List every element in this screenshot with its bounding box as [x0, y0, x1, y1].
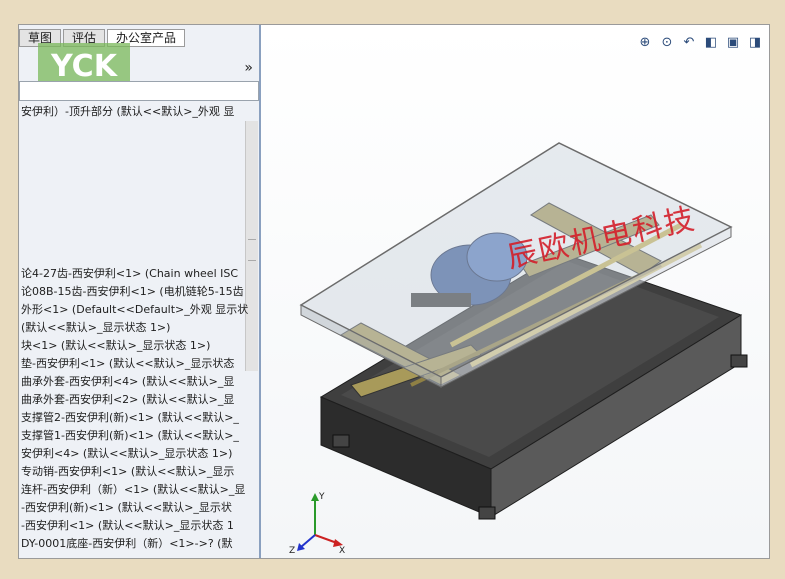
tree-item[interactable]: -西安伊利<1> (默认<<默认>_显示状态 1 — [21, 517, 257, 535]
scrollbar-thumb[interactable] — [248, 239, 256, 261]
tree-item[interactable]: 安伊利<4> (默认<<默认>_显示状态 1>) — [21, 445, 257, 463]
feature-manager-panel: 草图 评估 办公室产品 YCK » 安伊利）-顶升部分 (默认<<默认>_外观 … — [19, 25, 261, 558]
axis-x-label: X — [339, 546, 345, 555]
solidworks-window: 草图 评估 办公室产品 YCK » 安伊利）-顶升部分 (默认<<默认>_外观 … — [18, 24, 770, 559]
tree-item[interactable]: 曲承外套-西安伊利<2> (默认<<默认>_显 — [21, 391, 257, 409]
tree-item[interactable]: 块<1> (默认<<默认>_显示状态 1>) — [21, 337, 257, 355]
tree-item[interactable]: 曲承外套-西安伊利<4> (默认<<默认>_显 — [21, 373, 257, 391]
tree-item[interactable]: 支撑管2-西安伊利(新)<1> (默认<<默认>_ — [21, 409, 257, 427]
tree-item[interactable]: 专动销-西安伊利<1> (默认<<默认>_显示 — [21, 463, 257, 481]
tree-item[interactable]: 外形<1> (Default<<Default>_外观 显示状 — [21, 301, 257, 319]
tree-item[interactable]: 论08B-15齿-西安伊利<1> (电机链轮5-15齿 — [21, 283, 257, 301]
feature-tree: 论4-27齿-西安伊利<1> (Chain wheel ISC 论08B-15齿… — [21, 265, 257, 553]
svg-text:YCK: YCK — [50, 49, 119, 84]
axis-z-label: Z — [289, 546, 295, 555]
axis-triad: Y X Z — [289, 492, 345, 555]
tree-item[interactable]: 支撑管1-西安伊利(新)<1> (默认<<默认>_ — [21, 427, 257, 445]
tree-item[interactable]: 连杆-西安伊利（新）<1> (默认<<默认>_显 — [21, 481, 257, 499]
expand-chevron-icon[interactable]: » — [244, 60, 253, 76]
tree-item[interactable]: 论4-27齿-西安伊利<1> (Chain wheel ISC — [21, 265, 257, 283]
graphics-area[interactable]: ⊕ ⊙ ↶ ◧ ▣ ◨ 辰欧机电科技 Y X Z — [261, 25, 769, 558]
tree-item[interactable]: DY-0001底座-西安伊利（新）<1>->? (默 — [21, 535, 257, 553]
assembly-model[interactable] — [261, 25, 769, 558]
tree-item[interactable]: 垫-西安伊利<1> (默认<<默认>_显示状态 — [21, 355, 257, 373]
axis-y-label: Y — [318, 492, 325, 502]
assembly-title[interactable]: 安伊利）-顶升部分 (默认<<默认>_外观 显 — [21, 103, 257, 119]
tree-item[interactable]: (默认<<默认>_显示状态 1>) — [21, 319, 257, 337]
tree-item[interactable]: -西安伊利(新)<1> (默认<<默认>_显示状 — [21, 499, 257, 517]
filter-input[interactable] — [19, 81, 259, 101]
